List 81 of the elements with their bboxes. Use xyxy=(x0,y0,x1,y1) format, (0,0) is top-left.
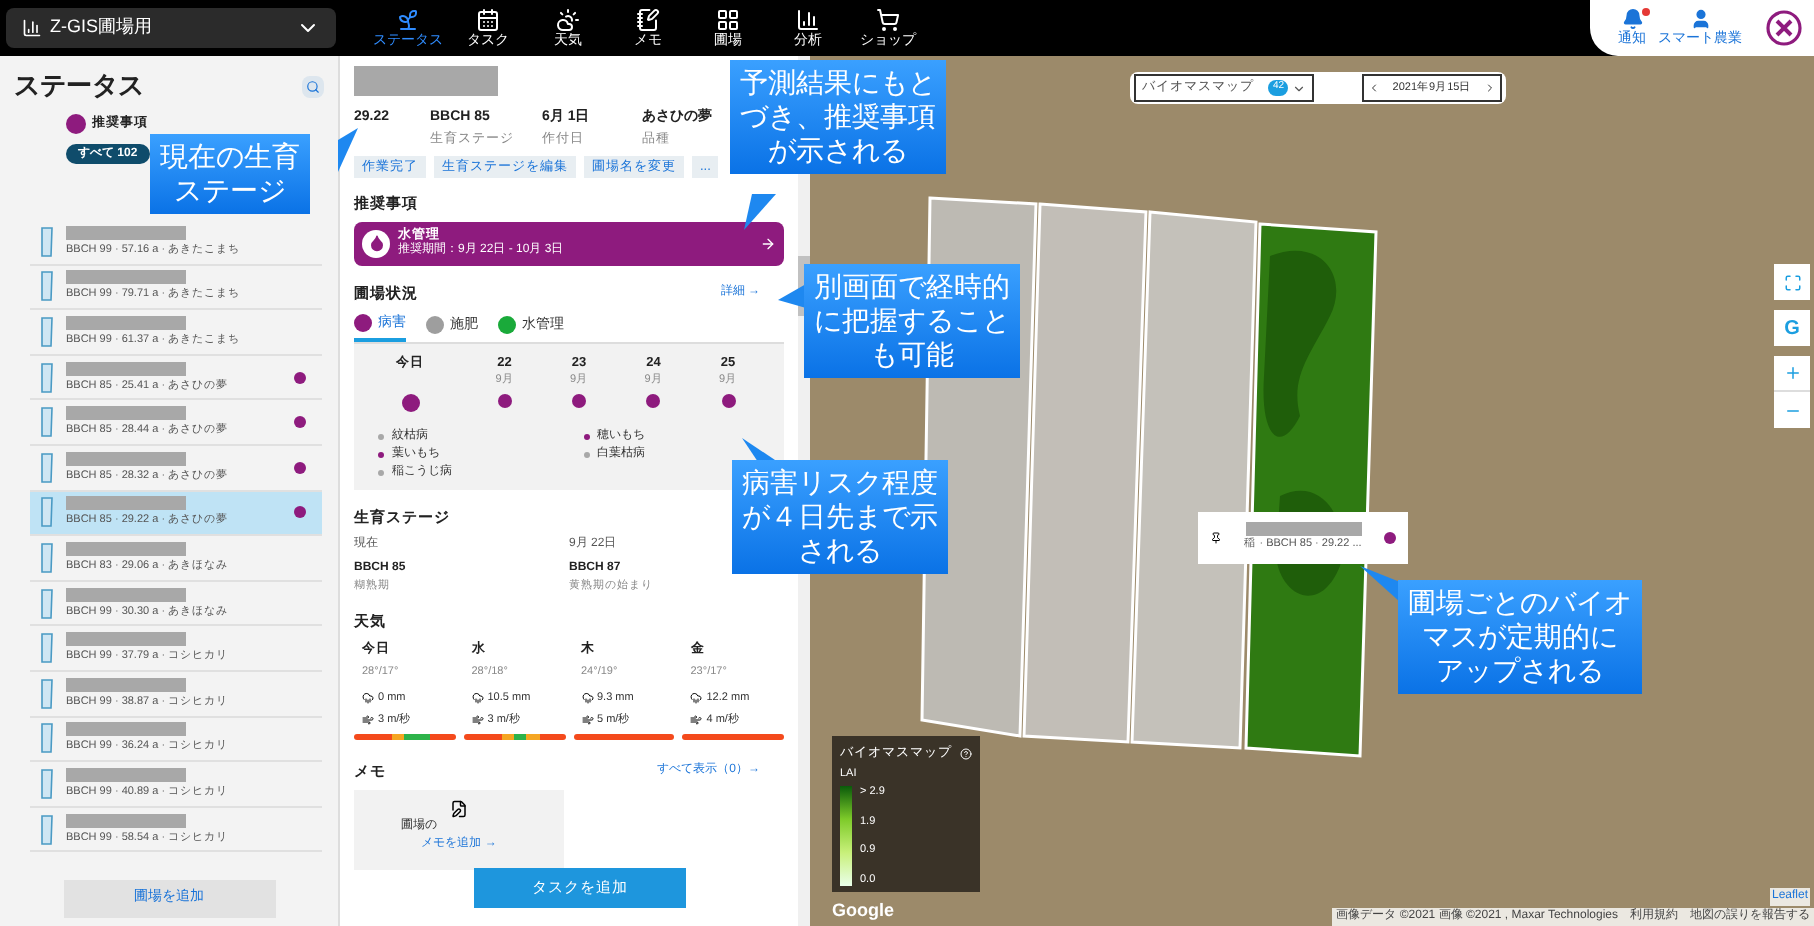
user-icon xyxy=(1689,8,1711,30)
wind-icon xyxy=(581,713,593,726)
fit-view-icon xyxy=(1783,273,1801,291)
plus-icon xyxy=(1783,364,1801,382)
field-shape-icon xyxy=(40,451,54,484)
field-shape-icon xyxy=(40,496,54,529)
annotation-tooltip: 現在の生育 ステージ xyxy=(150,134,310,214)
redacted-name-block xyxy=(66,451,186,466)
redacted-title-block xyxy=(354,66,498,96)
color-scale xyxy=(840,786,852,886)
annotation-tooltip: 病害リスク程度 が４日先まで示 される xyxy=(732,460,948,574)
redacted-name-block xyxy=(66,315,186,330)
field-polygon[interactable] xyxy=(1130,210,1258,750)
redacted-name-block xyxy=(66,225,186,240)
zoom-in-button[interactable] xyxy=(1774,356,1810,392)
caret-icon xyxy=(1292,81,1306,95)
field-shape-icon xyxy=(40,541,54,574)
spray-condition-bar xyxy=(682,733,784,740)
field-polygon[interactable] xyxy=(1022,202,1148,744)
field-shape-icon xyxy=(40,677,54,710)
callout-pointer xyxy=(1360,566,1400,602)
app-logo-icon xyxy=(1766,10,1802,46)
redacted-name-block xyxy=(66,361,186,376)
grid-icon xyxy=(716,7,740,31)
field-shape-icon xyxy=(40,270,54,303)
rain-icon xyxy=(471,692,484,705)
google-logo: Google xyxy=(832,898,894,924)
field-shape-icon xyxy=(40,587,54,620)
pin-icon xyxy=(1210,532,1222,544)
field-shape-icon xyxy=(40,632,54,665)
sprout-icon xyxy=(396,7,420,31)
field-shape-icon xyxy=(40,767,54,800)
wind-icon xyxy=(471,713,484,726)
memo-icon xyxy=(450,800,468,818)
redacted-name-block xyxy=(66,677,186,692)
spray-condition-bar xyxy=(463,733,565,740)
water-drop-icon xyxy=(362,229,390,257)
rain-icon xyxy=(362,692,374,705)
redacted-name-block xyxy=(66,587,186,602)
field-shape-icon xyxy=(40,361,54,394)
callout-pointer xyxy=(338,128,358,172)
redacted-name-block xyxy=(1245,522,1361,537)
arrow-icon xyxy=(760,235,776,251)
bell-icon xyxy=(1621,8,1643,30)
fit-view-button[interactable] xyxy=(1774,264,1810,300)
annotation-tooltip: 別画面で経時的 に把握すること も可能 xyxy=(804,264,1020,378)
chart-icon xyxy=(22,18,42,38)
calendar-icon xyxy=(476,7,500,31)
redacted-name-block xyxy=(66,722,186,737)
wind-icon xyxy=(690,713,703,726)
spray-condition-bar xyxy=(354,733,456,740)
redacted-name-block xyxy=(66,496,186,511)
help-icon[interactable] xyxy=(960,747,972,760)
notebook-icon xyxy=(636,7,660,31)
previous-icon[interactable] xyxy=(1368,82,1380,94)
field-shape-icon xyxy=(40,406,54,439)
redacted-name-block xyxy=(66,632,186,647)
wind-icon xyxy=(362,713,374,726)
farm-selector[interactable]: Z-GIS圃場用 xyxy=(6,8,336,48)
spray-condition-bar xyxy=(573,733,675,740)
weather-icon xyxy=(556,7,580,31)
annotation-tooltip: 圃場ごとのバイオ マスが定期的に アップされる xyxy=(1398,580,1642,694)
redacted-name-block xyxy=(66,767,186,782)
field-shape-icon xyxy=(40,315,54,348)
redacted-name-block xyxy=(66,406,186,421)
chart-icon xyxy=(796,7,820,31)
field-shape-icon xyxy=(40,225,54,258)
redacted-name-block xyxy=(66,813,186,828)
cart-icon xyxy=(876,7,900,31)
rain-icon xyxy=(581,692,593,705)
field-shape-icon xyxy=(40,722,54,755)
callout-pointer xyxy=(744,194,776,230)
next-icon[interactable] xyxy=(1483,82,1496,94)
rain-icon xyxy=(690,692,703,705)
field-shape-icon xyxy=(40,813,54,846)
annotation-tooltip: 予測結果にもと づき、推奨事項 が示される xyxy=(730,60,946,174)
redacted-name-block xyxy=(66,270,186,285)
search-button[interactable] xyxy=(302,75,324,97)
redacted-name-block xyxy=(66,541,186,556)
search-icon xyxy=(306,79,320,93)
panel-title: ステータス xyxy=(14,68,144,105)
